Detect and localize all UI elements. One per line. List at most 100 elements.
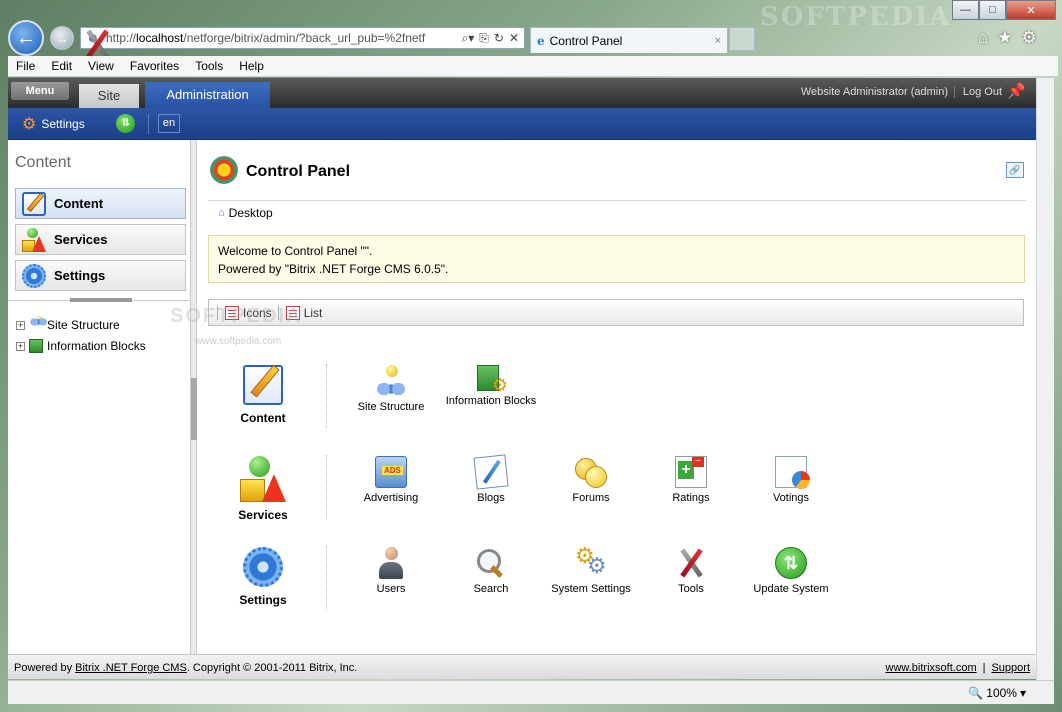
tree-information-blocks[interactable]: + Information Blocks — [16, 339, 146, 353]
language-button[interactable]: en — [158, 114, 180, 133]
search-dropdown-icon[interactable]: ⌕▾ — [462, 31, 475, 46]
item-advertising[interactable]: Advertising — [336, 456, 446, 504]
item-site-structure[interactable]: Site Structure — [336, 365, 446, 413]
favorites-star-icon[interactable]: ★ — [997, 28, 1012, 50]
bitrixsoft-link[interactable]: www.bitrixsoft.com — [886, 662, 977, 674]
browser-titlebar: SOFTPEDIA ← → e http://localhost/netforg… — [0, 0, 1062, 56]
item-label: Users — [376, 583, 406, 595]
item-system-settings[interactable]: System Settings — [536, 543, 646, 595]
administration-tab[interactable]: Administration — [145, 82, 270, 108]
maximize-button[interactable]: □ — [979, 0, 1006, 20]
minimize-button[interactable]: — — [952, 0, 979, 20]
item-information-blocks[interactable]: Information Blocks — [436, 365, 546, 407]
zoom-icon: 🔍 — [968, 686, 984, 700]
menu-favorites[interactable]: Favorites — [122, 59, 187, 73]
footer-separator: | — [982, 662, 986, 674]
search-magnifier-icon — [475, 547, 507, 579]
item-update-system[interactable]: ⇅ Update System — [736, 547, 846, 595]
address-bar[interactable]: e http://localhost/netforge/bitrix/admin… — [80, 27, 525, 49]
settings-label: Settings — [41, 117, 85, 131]
tools-gear-icon[interactable]: ⚙ — [1022, 28, 1037, 50]
link-icon[interactable]: 🔗 — [1006, 162, 1024, 178]
close-window-button[interactable]: ✕ — [1006, 0, 1056, 20]
view-toolbar: Icons List — [208, 299, 1024, 326]
group-settings[interactable]: Settings — [228, 547, 298, 607]
item-ratings[interactable]: Ratings — [636, 456, 746, 504]
item-votings[interactable]: Votings — [736, 456, 846, 504]
menu-view[interactable]: View — [80, 59, 122, 73]
group-services[interactable]: Services — [228, 456, 298, 522]
information-blocks-icon — [477, 365, 508, 396]
left-btn-services[interactable]: Services — [15, 224, 186, 255]
home-icon[interactable]: ⌂ — [978, 28, 988, 50]
settings-button[interactable]: ⚙ Settings — [22, 114, 85, 134]
breadcrumb-desktop[interactable]: Desktop — [229, 206, 273, 220]
left-btn-settings[interactable]: Settings — [15, 260, 186, 291]
group-label: Services — [238, 508, 288, 522]
item-label: Blogs — [477, 492, 505, 504]
users-icon — [375, 547, 407, 579]
ratings-icon — [675, 456, 707, 488]
back-button[interactable]: ← — [8, 20, 44, 56]
footer-links: www.bitrixsoft.com | Support — [886, 662, 1030, 674]
tab-control-panel[interactable]: e Control Panel × — [530, 27, 728, 53]
softpedia-watermark: SOFTPEDIA — [170, 305, 303, 327]
item-blogs[interactable]: Blogs — [436, 454, 546, 504]
services-shapes-icon — [240, 456, 286, 502]
current-user[interactable]: Website Administrator (admin) — [801, 86, 948, 98]
group-content[interactable]: Content — [228, 365, 298, 425]
splitter-handle[interactable] — [191, 378, 197, 440]
pencil-icon — [22, 191, 46, 216]
item-label: Search — [473, 583, 509, 595]
item-label: Advertising — [363, 492, 419, 504]
tab-close-icon[interactable]: × — [715, 35, 721, 47]
menu-help[interactable]: Help — [231, 59, 272, 73]
site-structure-icon — [375, 365, 407, 397]
expand-icon[interactable]: + — [16, 320, 25, 330]
address-url[interactable]: http://localhost/netforge/bitrix/admin/?… — [106, 31, 462, 45]
title-divider — [208, 200, 1026, 201]
powered-line: Powered by "Bitrix .NET Forge CMS 6.0.5"… — [218, 262, 449, 276]
support-link[interactable]: Support — [991, 662, 1030, 674]
page-title: Control Panel — [246, 163, 351, 180]
item-forums[interactable]: Forums — [536, 456, 646, 504]
item-search[interactable]: Search — [436, 547, 546, 595]
update-icon[interactable]: ⇅ — [116, 114, 135, 133]
expand-icon[interactable]: + — [16, 341, 25, 351]
new-tab-button[interactable] — [729, 27, 755, 51]
forward-button[interactable]: → — [50, 26, 74, 50]
refresh-icon[interactable]: ↻ — [494, 31, 504, 46]
zoom-control[interactable]: 🔍 100% ▾ — [968, 686, 1026, 700]
item-label: Forums — [572, 492, 610, 504]
tree-site-structure[interactable]: + Site Structure — [16, 316, 120, 334]
settings-gear-icon — [243, 547, 283, 587]
menu-tab[interactable]: Menu — [11, 82, 69, 100]
logout-link[interactable]: Log Out — [953, 86, 1002, 98]
menu-tools[interactable]: Tools — [187, 59, 231, 73]
chevron-down-icon[interactable]: ▾ — [1020, 686, 1026, 700]
view-list-button[interactable]: List — [304, 306, 323, 320]
left-btn-content[interactable]: Content — [15, 188, 186, 219]
footer-cms-link[interactable]: Bitrix .NET Forge CMS — [75, 662, 187, 674]
compat-view-icon[interactable]: ⎘ — [479, 31, 489, 46]
collapse-grip[interactable] — [70, 298, 132, 302]
menu-file[interactable]: File — [8, 59, 43, 73]
item-label: Site Structure — [357, 401, 425, 413]
site-tab[interactable]: Site — [79, 84, 139, 108]
window-controls: — □ ✕ — [952, 0, 1058, 20]
gear-icon: ⚙ — [22, 116, 37, 133]
pin-icon[interactable]: 📌 — [1007, 82, 1026, 100]
menu-edit[interactable]: Edit — [43, 59, 80, 73]
vertical-scrollbar[interactable] — [1036, 78, 1054, 680]
group-label: Settings — [239, 593, 287, 607]
tree-label: Site Structure — [47, 318, 120, 332]
item-users[interactable]: Users — [336, 547, 446, 595]
admin-toolbar: ⚙ Settings ⇅ en — [8, 108, 1036, 140]
breadcrumb: ⌂ Desktop — [218, 206, 273, 220]
stop-icon[interactable]: ✕ — [509, 31, 519, 46]
item-tools[interactable]: Tools — [636, 547, 746, 595]
softpedia-watermark-top: SOFTPEDIA — [760, 2, 952, 32]
advertising-icon — [375, 456, 407, 488]
zoom-level: 100% — [986, 686, 1017, 700]
group-divider — [326, 455, 327, 519]
